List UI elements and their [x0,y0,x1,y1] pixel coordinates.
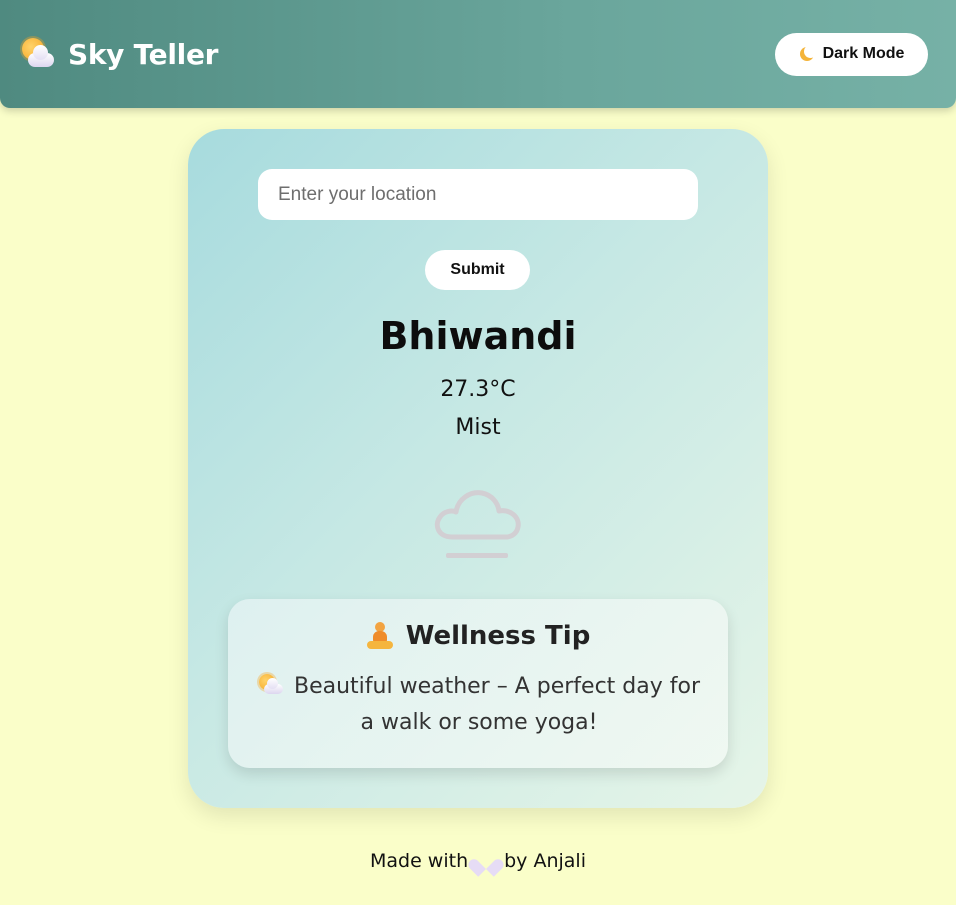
crescent-moon-icon [799,45,817,62]
dark-mode-label: Dark Mode [822,45,905,62]
heart-icon [476,852,496,870]
app-title: Sky Teller [68,37,219,71]
wellness-tip-message: Beautiful weather – A perfect day for a … [293,674,701,735]
yoga-icon [366,622,394,650]
wellness-tip: Wellness Tip Beautiful weather – A perfe… [228,599,728,768]
submit-button[interactable]: Submit [425,250,530,290]
wellness-tip-header: Wellness Tip [228,621,728,651]
dark-mode-button[interactable]: Dark Mode [775,32,928,76]
wellness-tip-text: Beautiful weather – A perfect day for a … [254,669,704,741]
weather-condition: Mist [455,415,501,440]
weather-card: Submit Bhiwandi 27.3°C Mist Wellness Tip… [188,129,768,808]
footer: Made with by Anjali [0,850,956,872]
footer-suffix: by Anjali [504,850,586,872]
wellness-tip-title: Wellness Tip [405,621,591,651]
footer-prefix: Made with [369,850,469,872]
mist-icon [434,490,521,558]
location-input[interactable] [258,169,698,220]
sun-behind-cloud-icon [20,38,56,70]
brand: Sky Teller [20,38,218,71]
temperature: 27.3°C [440,377,516,402]
app-header: Sky Teller Dark Mode [0,0,956,108]
city-name: Bhiwandi [379,314,577,358]
sun-behind-cloud-icon [258,673,284,695]
